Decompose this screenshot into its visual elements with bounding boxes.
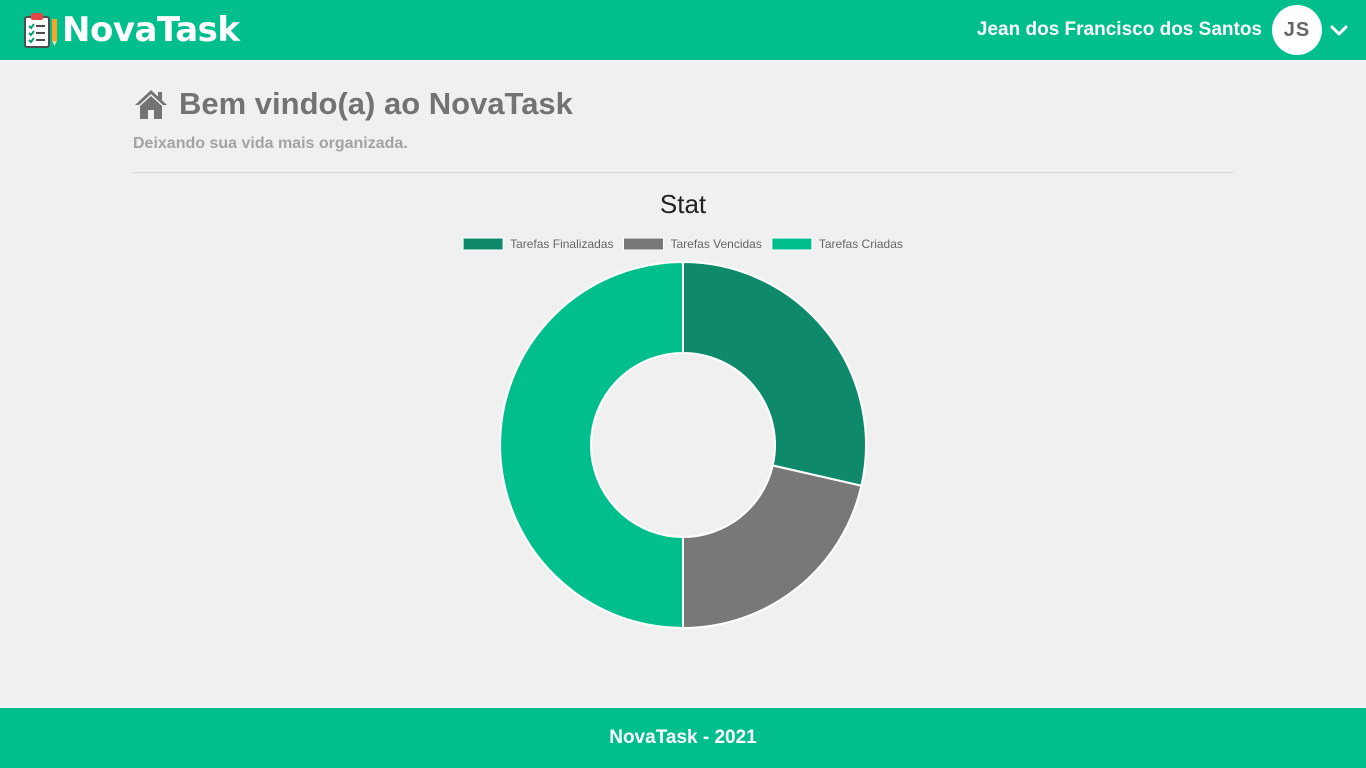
avatar-initials: JS (1283, 18, 1311, 41)
legend-item[interactable]: Tarefas Vencidas (622, 237, 762, 251)
task-clipboard-icon (24, 13, 57, 48)
user-menu[interactable]: Jean dos Francisco dos Santos JS (977, 5, 1350, 55)
stat-chart: Stat Tarefas Finalizadas Tarefas Vencidas… (133, 186, 1233, 636)
chart-slice[interactable] (682, 260, 867, 487)
legend-swatch (622, 237, 664, 251)
page-subtitle: Deixando sua vida mais organizada. (133, 135, 408, 152)
top-navbar: NovaTask Jean dos Francisco dos Santos J… (0, 0, 1366, 60)
chart-slices (499, 260, 867, 630)
chart-legend: Tarefas Finalizadas Tarefas Vencidas Taref… (462, 237, 903, 251)
brand-name: NovaTask (62, 10, 240, 50)
footer: NovaTask - 2021 (0, 708, 1366, 768)
legend-label: Tarefas Vencidas (670, 237, 761, 251)
avatar[interactable]: JS (1272, 5, 1322, 55)
chevron-down-icon[interactable] (1328, 19, 1350, 41)
footer-text: NovaTask - 2021 (609, 727, 757, 748)
legend-item[interactable]: Tarefas Criadas (771, 237, 903, 251)
doughnut-chart: Stat Tarefas Finalizadas Tarefas Vencidas… (462, 189, 903, 630)
brand-logo[interactable]: NovaTask (22, 10, 240, 50)
chart-slice[interactable] (499, 260, 684, 630)
user-name: Jean dos Francisco dos Santos (976, 19, 1262, 40)
legend-label: Tarefas Criadas (819, 237, 903, 251)
chart-title: Stat (660, 189, 707, 219)
legend-swatch (462, 237, 504, 251)
legend-swatch (771, 237, 813, 251)
divider (133, 172, 1233, 173)
main-content: Bem vindo(a) ao NovaTask Deixando sua vi… (133, 60, 1233, 630)
legend-label: Tarefas Finalizadas (510, 237, 613, 251)
home-icon (135, 90, 167, 119)
legend-item[interactable]: Tarefas Finalizadas (462, 237, 613, 251)
page-header: Bem vindo(a) ao NovaTask (133, 86, 1233, 122)
page-title: Bem vindo(a) ao NovaTask (179, 86, 573, 121)
chart-slice[interactable] (682, 464, 863, 630)
